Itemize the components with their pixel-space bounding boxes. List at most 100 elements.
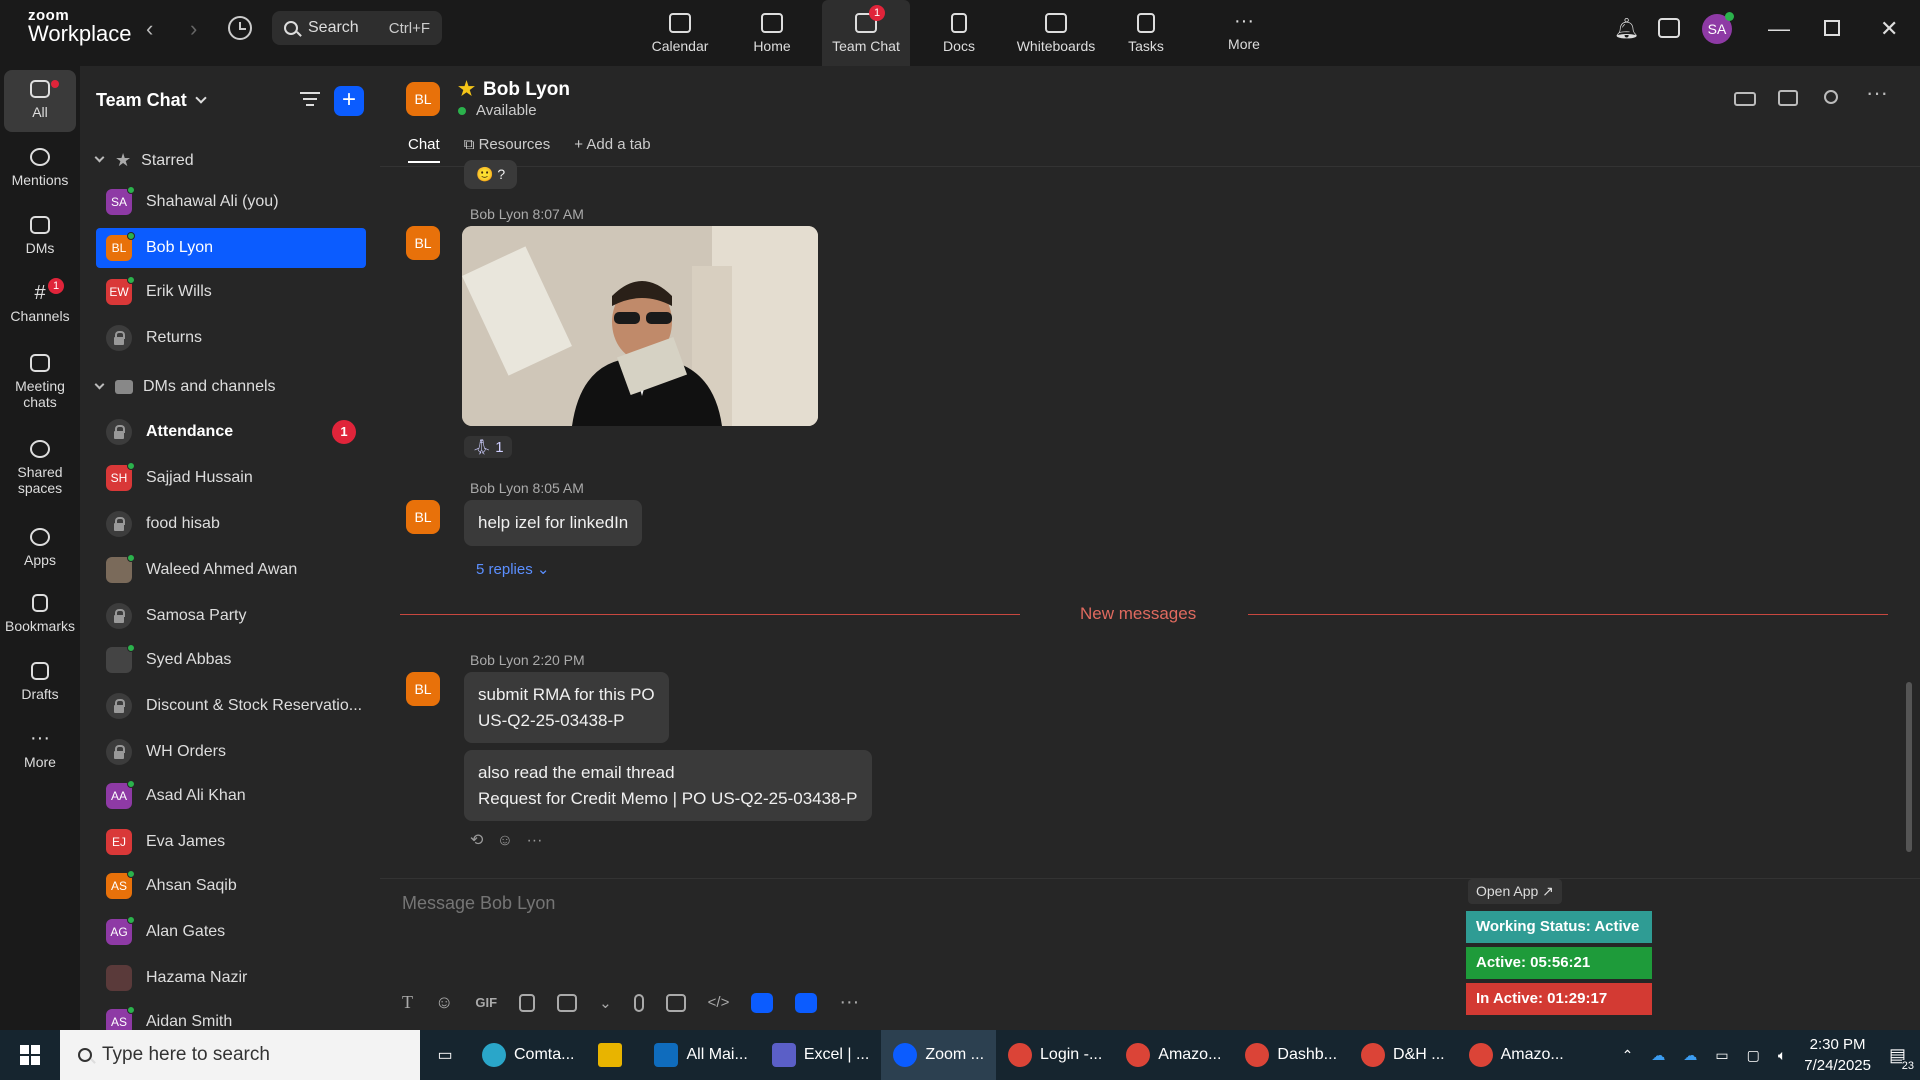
forward-arrow-icon[interactable]: › <box>190 16 197 42</box>
format-text-icon[interactable]: T <box>402 992 413 1013</box>
taskbar-app-outlook[interactable]: All Mai... <box>642 1030 759 1080</box>
message-bubble[interactable]: submit RMA for this PO US-Q2-25-03438-P <box>464 672 669 743</box>
section-dms-channels[interactable]: DMs and channels <box>94 378 276 396</box>
tab-add[interactable]: + Add a tab <box>574 136 650 163</box>
screenshot-icon[interactable] <box>557 993 578 1012</box>
taskbar-app-zoom[interactable]: Zoom ... <box>881 1030 997 1080</box>
gif-button[interactable]: GIF <box>475 995 497 1010</box>
back-arrow-icon[interactable]: ‹ <box>146 16 153 42</box>
nav-docs[interactable]: Docs <box>934 0 984 66</box>
chat-scrollbar[interactable] <box>1906 682 1912 852</box>
taskbar-app-chrome-dh[interactable]: D&H ... <box>1349 1030 1457 1080</box>
sidebar-item-samosa-party[interactable]: Samosa Party <box>96 596 366 636</box>
taskbar-app-chrome-dashboard[interactable]: Dashb... <box>1233 1030 1349 1080</box>
share-screen-icon[interactable] <box>1778 90 1798 106</box>
sidebar-item-shahawal-ali[interactable]: SA Shahawal Ali (you) <box>96 182 366 222</box>
taskbar-app-chrome-amazon[interactable]: Amazo... <box>1114 1030 1233 1080</box>
message-bubble[interactable]: also read the email thread Request for C… <box>464 750 872 821</box>
search-input[interactable]: Search Ctrl+F <box>272 11 442 45</box>
notifications-bell-icon[interactable]: 🔔︎ <box>1614 16 1639 41</box>
taskbar-app-teams[interactable]: Excel | ... <box>760 1030 882 1080</box>
nav-team-chat[interactable]: 1 Team Chat <box>822 0 910 66</box>
filter-icon[interactable] <box>300 92 320 110</box>
sidebar-item-returns[interactable]: Returns <box>96 318 366 358</box>
rail-bookmarks[interactable]: Bookmarks <box>4 594 76 634</box>
user-avatar[interactable]: SA <box>1702 12 1734 44</box>
taskbar-app-comta[interactable]: Comta... <box>470 1030 586 1080</box>
emoji-icon[interactable]: ☺ <box>435 992 453 1013</box>
zoom-app-icon[interactable] <box>751 992 774 1013</box>
sidebar-item-bob-lyon[interactable]: BL Bob Lyon <box>96 228 366 268</box>
rail-meeting-chats[interactable]: Meeting chats <box>4 354 76 410</box>
network-icon[interactable]: ▢ <box>1747 1047 1760 1064</box>
rail-all[interactable]: All <box>4 70 76 132</box>
rail-shared-spaces[interactable]: Shared spaces <box>4 440 76 496</box>
sidebar-item-alan-gates[interactable]: AG Alan Gates <box>96 912 366 952</box>
image-attachment[interactable] <box>462 226 818 426</box>
minimize-icon[interactable]: — <box>1768 16 1790 42</box>
star-icon[interactable]: ★ <box>458 79 475 100</box>
chevron-up-icon[interactable]: ⌃ <box>1622 1047 1634 1064</box>
sidebar-title[interactable]: Team Chat <box>96 90 205 111</box>
video-message-icon[interactable] <box>665 993 686 1012</box>
rail-mentions[interactable]: Mentions <box>4 148 76 188</box>
search-icon[interactable] <box>1824 90 1838 104</box>
sidebar-item-ahsan-saqib[interactable]: AS Ahsan Saqib <box>96 866 366 906</box>
rail-drafts[interactable]: Drafts <box>4 662 76 702</box>
sidebar-item-discount-stock[interactable]: Discount & Stock Reservatio... <box>96 686 366 726</box>
open-app-button[interactable]: Open App ↗ <box>1468 879 1562 904</box>
replies-link[interactable]: 5 replies ⌄ <box>476 560 549 578</box>
nav-home[interactable]: Home <box>744 0 800 66</box>
add-reaction-icon[interactable]: ☺ <box>497 832 513 849</box>
taskbar-search[interactable]: Type here to search <box>60 1030 420 1080</box>
tab-chat[interactable]: Chat <box>408 136 440 163</box>
clock[interactable]: 2:30 PM 7/24/2025 <box>1804 1034 1871 1076</box>
code-icon[interactable]: </> <box>708 994 730 1011</box>
sidebar-item-syed-abbas[interactable]: Syed Abbas <box>96 640 366 680</box>
message-avatar[interactable]: BL <box>406 500 440 534</box>
sidebar-item-hazama-nazir[interactable]: Hazama Nazir <box>96 958 366 998</box>
more-options-icon[interactable]: ··· <box>526 832 542 849</box>
message-avatar[interactable]: BL <box>406 226 440 260</box>
nav-tasks[interactable]: Tasks <box>1122 0 1170 66</box>
section-starred[interactable]: ★ Starred <box>94 150 194 171</box>
video-call-icon[interactable] <box>1734 92 1756 106</box>
rail-dms[interactable]: DMs <box>4 216 76 256</box>
taskbar-app-chrome-amazon-2[interactable]: Amazo... <box>1457 1030 1576 1080</box>
contact-avatar[interactable]: BL <box>406 82 440 116</box>
calendar-status-icon[interactable] <box>1658 18 1680 38</box>
message-bubble[interactable]: help izel for linkedIn <box>464 500 643 546</box>
sidebar-item-waleed-ahmed-awan[interactable]: Waleed Ahmed Awan <box>96 550 366 590</box>
task-view-icon[interactable]: ▭ <box>420 1030 470 1080</box>
message-avatar[interactable]: BL <box>406 672 440 706</box>
volume-icon[interactable]: 🔈︎ <box>1778 1047 1786 1064</box>
sidebar-item-attendance[interactable]: Attendance 1 <box>96 412 366 452</box>
reply-icon[interactable]: ⟲ <box>470 832 483 849</box>
windows-start-icon[interactable] <box>0 1030 60 1080</box>
onedrive-icon[interactable]: ☁ <box>1651 1047 1665 1064</box>
close-icon[interactable]: ✕ <box>1880 16 1898 42</box>
chevron-down-icon[interactable]: ⌄ <box>599 994 612 1012</box>
sidebar-item-wh-orders[interactable]: WH Orders <box>96 732 366 772</box>
sidebar-item-erik-wills[interactable]: EW Erik Wills <box>96 272 366 312</box>
nav-more[interactable]: ··· More <box>1220 0 1268 66</box>
sidebar-item-food-hisab[interactable]: food hisab <box>96 504 366 544</box>
nav-whiteboards[interactable]: Whiteboards <box>1010 0 1102 66</box>
rail-more[interactable]: ··· More <box>4 728 76 770</box>
contact-name[interactable]: ★ Bob Lyon <box>458 78 570 101</box>
new-chat-button[interactable]: + <box>334 86 364 116</box>
taskbar-app-explorer[interactable] <box>586 1030 642 1080</box>
message-input[interactable] <box>402 893 1302 914</box>
reaction-chip[interactable]: 🙏︎ 1 <box>464 436 512 458</box>
battery-icon[interactable]: ▭ <box>1715 1047 1728 1064</box>
tab-resources[interactable]: ⧉ Resources <box>464 136 551 163</box>
sidebar-item-sajjad-hussain[interactable]: SH Sajjad Hussain <box>96 458 366 498</box>
rail-channels[interactable]: # 1 Channels <box>4 278 76 324</box>
sidebar-item-asad-ali-khan[interactable]: AA Asad Ali Khan <box>96 776 366 816</box>
taskbar-app-chrome-login[interactable]: Login -... <box>996 1030 1114 1080</box>
onedrive-icon[interactable]: ☁ <box>1683 1047 1697 1064</box>
rail-apps[interactable]: Apps <box>4 528 76 568</box>
restore-icon[interactable] <box>1824 20 1840 36</box>
zoom-chat-app-icon[interactable] <box>795 992 818 1013</box>
nav-calendar[interactable]: Calendar <box>650 0 710 66</box>
